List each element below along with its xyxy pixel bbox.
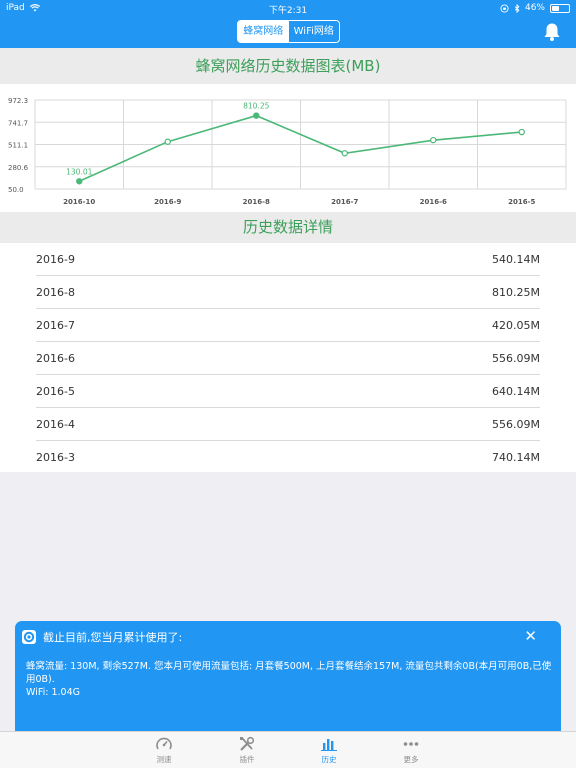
list-item[interactable]: 2016-5 640.14M bbox=[36, 375, 540, 408]
x-tick-label: 2016-10 bbox=[63, 198, 95, 206]
notification-body: 蜂窝流量: 130M, 剩余527M. 您本月可使用流量包括: 月套餐500M,… bbox=[26, 660, 556, 699]
notification-cellular-text: 蜂窝流量: 130M, 剩余527M. 您本月可使用流量包括: 月套餐500M,… bbox=[26, 661, 552, 685]
history-month: 2016-8 bbox=[36, 285, 75, 299]
x-tick-label: 2016-9 bbox=[154, 198, 181, 206]
x-tick-label: 2016-8 bbox=[243, 198, 270, 206]
list-item[interactable]: 2016-9 540.14M bbox=[36, 243, 540, 276]
battery-percent: 46% bbox=[524, 3, 545, 13]
history-value: 640.14M bbox=[492, 384, 540, 398]
chart-title: 蜂窝网络历史数据图表(MB) bbox=[0, 48, 576, 84]
data-point bbox=[430, 136, 437, 144]
x-tick-label: 2016-5 bbox=[508, 198, 535, 206]
history-value: 556.09M bbox=[492, 417, 540, 431]
tab-speedtest[interactable]: 测速 bbox=[144, 736, 184, 765]
notification-title: 截止目前,您当月累计使用了: bbox=[43, 631, 183, 644]
data-point bbox=[164, 138, 171, 145]
segment-cellular[interactable]: 蜂窝网络 bbox=[238, 21, 289, 42]
history-chart: 972.3 741.7 511.1 280.6 50.0 2016-10 2016-9 201… bbox=[0, 88, 576, 210]
history-value: 556.09M bbox=[492, 351, 540, 365]
y-tick-label: 50.0 bbox=[8, 186, 24, 194]
tab-bar: 测速 插件 历史 更多 bbox=[0, 731, 576, 768]
history-value: 540.14M bbox=[492, 252, 540, 266]
bell-icon[interactable] bbox=[543, 22, 561, 42]
history-value: 810.25M bbox=[492, 285, 540, 299]
y-tick-label: 511.1 bbox=[8, 142, 28, 150]
tools-icon bbox=[240, 736, 255, 751]
tab-more[interactable]: 更多 bbox=[391, 736, 431, 765]
data-point bbox=[253, 112, 260, 119]
close-icon[interactable]: ✕ bbox=[524, 627, 537, 645]
usage-notification[interactable]: 截止目前,您当月累计使用了: ✕ 蜂窝流量: 130M, 剩余527M. 您本月… bbox=[15, 621, 561, 733]
status-bar: iPad 下午2:31 46% bbox=[0, 0, 576, 16]
speedometer-icon bbox=[156, 737, 172, 750]
history-month: 2016-6 bbox=[36, 351, 75, 365]
y-tick-label: 280.6 bbox=[8, 164, 29, 172]
detail-title: 历史数据详情 bbox=[0, 212, 576, 243]
network-segmented-control[interactable]: 蜂窝网络 WiFi网络 bbox=[237, 20, 340, 43]
list-item[interactable]: 2016-8 810.25M bbox=[36, 276, 540, 309]
tab-label: 历史 bbox=[321, 755, 337, 764]
list-item[interactable]: 2016-7 420.05M bbox=[36, 309, 540, 342]
y-tick-label: 741.7 bbox=[8, 119, 28, 127]
history-month: 2016-3 bbox=[36, 451, 75, 464]
history-value: 420.05M bbox=[492, 318, 540, 332]
tab-label: 测速 bbox=[156, 755, 172, 764]
list-item[interactable]: 2016-4 556.09M bbox=[36, 408, 540, 441]
list-item[interactable]: 2016-3 740.14M bbox=[36, 441, 540, 474]
status-time: 下午2:31 bbox=[268, 6, 308, 16]
history-month: 2016-9 bbox=[36, 252, 75, 266]
bluetooth-icon bbox=[514, 3, 520, 13]
history-value: 740.14M bbox=[492, 451, 540, 464]
data-label: 810.25 bbox=[243, 102, 269, 111]
history-month: 2016-7 bbox=[36, 318, 75, 332]
data-point bbox=[76, 178, 83, 185]
y-tick-label: 972.3 bbox=[8, 97, 28, 105]
app-logo-icon bbox=[22, 630, 36, 644]
list-item[interactable]: 2016-6 556.09M bbox=[36, 342, 540, 375]
tab-history[interactable]: 历史 bbox=[309, 736, 349, 765]
tab-plugins[interactable]: 插件 bbox=[227, 736, 267, 765]
history-month: 2016-4 bbox=[36, 417, 75, 431]
tab-label: 更多 bbox=[403, 755, 419, 764]
notification-wifi-text: WiFi: 1.04G bbox=[26, 687, 80, 698]
history-list: 2016-9 540.14M 2016-8 810.25M 2016-7 420.05… bbox=[36, 243, 540, 474]
orientation-lock-icon bbox=[500, 3, 509, 13]
data-point bbox=[518, 128, 525, 136]
line-chart: 972.3 741.7 511.1 280.6 50.0 2016-10 2016-9 201… bbox=[8, 97, 567, 206]
more-dots-icon bbox=[403, 742, 419, 746]
battery-icon bbox=[550, 3, 570, 13]
bar-chart-icon bbox=[321, 739, 337, 751]
tab-label: 插件 bbox=[239, 755, 255, 764]
x-tick-label: 2016-6 bbox=[420, 198, 447, 206]
x-tick-label: 2016-7 bbox=[331, 198, 358, 206]
data-label: 130.01 bbox=[66, 167, 92, 176]
segment-wifi[interactable]: WiFi网络 bbox=[289, 21, 340, 42]
history-month: 2016-5 bbox=[36, 384, 75, 398]
data-point bbox=[341, 150, 348, 157]
